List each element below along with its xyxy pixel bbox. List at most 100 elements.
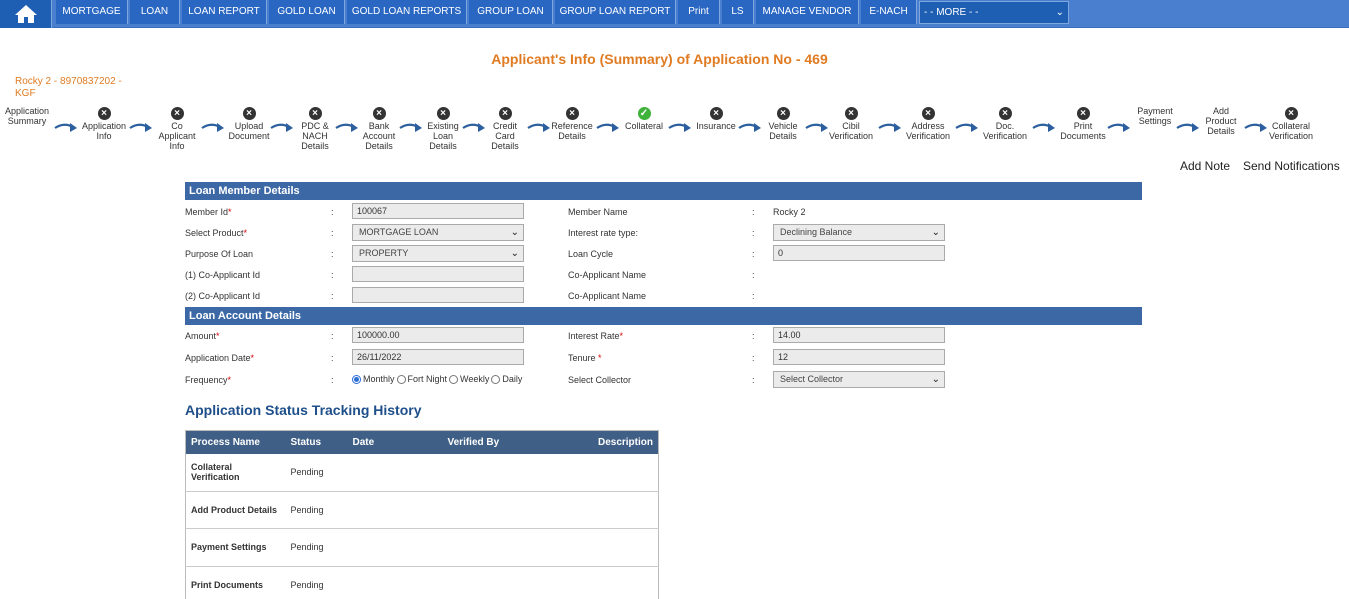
nav-manage-vendor[interactable]: MANAGE VENDOR	[756, 0, 859, 24]
frequency-weekly-radio[interactable]	[449, 374, 459, 384]
process-name-cell: Print Documents	[185, 566, 286, 599]
chevron-down-icon: ⌄	[1055, 7, 1064, 18]
step-arrow-icon	[1032, 123, 1055, 132]
step-doc-verification[interactable]: × Doc. Verification	[980, 107, 1030, 142]
nav-gold-loan-reports[interactable]: GOLD LOAN REPORTS	[347, 0, 467, 24]
process-name-cell: Payment Settings	[185, 528, 286, 567]
co-applicant-2-field[interactable]	[352, 287, 524, 303]
step-pdc-nach-details[interactable]: × PDC & NACH Details	[295, 107, 335, 151]
chevron-down-icon: ⌄	[510, 227, 519, 238]
purpose-of-loan-label: Purpose Of Loan	[185, 249, 254, 259]
step-arrow-icon	[737, 123, 761, 132]
x-circle-icon: ×	[1076, 107, 1090, 120]
nav-ls[interactable]: LS	[722, 0, 754, 24]
nav-e-nach[interactable]: E-NACH	[861, 0, 917, 24]
co-applicant-1-label: (1) Co-Applicant Id	[185, 270, 261, 280]
step-collateral-verification[interactable]: × Collateral Verification	[1266, 107, 1316, 142]
frequency-label: Frequency*	[185, 375, 232, 385]
frequency-monthly-radio[interactable]	[352, 374, 361, 384]
interest-rate-type-select[interactable]: Declining Balance ⌄	[773, 224, 945, 241]
co-applicant-2-label: (2) Co-Applicant Id	[185, 291, 261, 301]
add-note-link[interactable]: Add Note	[1180, 159, 1230, 173]
frequency-fortnight-label: Fort Night	[407, 374, 448, 384]
description-cell	[537, 566, 659, 599]
frequency-monthly-label: Monthly	[363, 374, 395, 384]
product-select[interactable]: MORTGAGE LOAN ⌄	[352, 224, 524, 241]
send-notifications-link[interactable]: Send Notifications	[1243, 159, 1340, 173]
co-applicant-1-name-label: Co-Applicant Name	[568, 270, 647, 280]
step-vehicle-details[interactable]: × Vehicle Details	[761, 107, 805, 142]
table-header-row: Process Name Status Date Verified By Des…	[185, 430, 659, 454]
step-existing-loan-details[interactable]: × Existing Loan Details	[421, 107, 465, 151]
x-circle-icon: ×	[372, 107, 386, 120]
table-row: Print Documents Pending	[185, 566, 659, 599]
step-arrow-icon	[1107, 123, 1130, 132]
step-collateral[interactable]: ✓ Collateral	[619, 107, 669, 132]
step-arrow-icon	[462, 123, 485, 132]
loan-cycle-field[interactable]: 0	[773, 245, 945, 261]
step-arrow-icon	[399, 123, 422, 132]
step-application-summary[interactable]: Application Summary	[2, 106, 52, 127]
home-button[interactable]	[0, 0, 52, 28]
member-name-value: Rocky 2	[773, 207, 806, 217]
step-label: Cibil Verification	[828, 121, 874, 141]
x-circle-icon: ×	[709, 107, 723, 120]
collector-select[interactable]: Select Collector ⌄	[773, 371, 945, 388]
step-add-product-details[interactable]: Add Product Details	[1201, 106, 1241, 136]
frequency-daily-radio[interactable]	[491, 374, 501, 384]
status-history-title: Application Status Tracking History	[185, 402, 422, 418]
more-dropdown[interactable]: - - MORE - - ⌄	[919, 1, 1069, 24]
status-cell: Pending	[285, 491, 348, 529]
step-print-documents[interactable]: × Print Documents	[1058, 107, 1108, 142]
nav-gold-loan[interactable]: GOLD LOAN	[269, 0, 345, 24]
co-applicant-1-field[interactable]	[352, 266, 524, 282]
step-label: Collateral	[624, 121, 664, 131]
step-reference-details[interactable]: × Reference Details	[547, 107, 597, 142]
nav-loan[interactable]: LOAN	[130, 0, 180, 24]
interest-rate-field[interactable]: 14.00	[773, 327, 945, 343]
frequency-weekly-label: Weekly	[460, 374, 490, 384]
col-date: Date	[347, 430, 443, 454]
nav-group-loan[interactable]: GROUP LOAN	[469, 0, 553, 24]
x-circle-icon: ×	[998, 107, 1012, 120]
step-credit-card-details[interactable]: × Credit Card Details	[485, 107, 525, 151]
step-arrow-icon	[335, 123, 358, 132]
step-address-verification[interactable]: × Address Verification	[903, 107, 953, 142]
tenure-field[interactable]: 12	[773, 349, 945, 365]
application-date-field[interactable]: 26/11/2022	[352, 349, 524, 365]
table-row: Add Product Details Pending	[185, 491, 659, 529]
nav-group-loan-report[interactable]: GROUP LOAN REPORT	[555, 0, 676, 24]
x-circle-icon: ×	[97, 107, 111, 120]
amount-field[interactable]: 100000.00	[352, 327, 524, 343]
col-description: Description	[537, 430, 659, 454]
step-bank-account-details[interactable]: × Bank Account Details	[357, 107, 401, 151]
application-date-label: Application Date*	[185, 353, 255, 363]
frequency-daily-label: Daily	[502, 374, 523, 384]
frequency-fortnight-radio[interactable]	[396, 374, 406, 384]
member-id-field[interactable]: 100067	[352, 203, 524, 219]
status-cell: Pending	[285, 453, 348, 492]
step-application-info[interactable]: × Application Info	[79, 107, 129, 142]
chevron-down-icon: ⌄	[510, 248, 519, 259]
step-payment-settings[interactable]: Payment Settings	[1130, 106, 1180, 127]
description-cell	[537, 453, 659, 492]
purpose-select[interactable]: PROPERTY ⌄	[352, 245, 524, 262]
step-label: Credit Card Details	[491, 121, 519, 151]
step-label: Address Verification	[905, 121, 951, 141]
nav-print[interactable]: Print	[678, 0, 720, 24]
top-nav-bar: MORTGAGE LOAN LOAN REPORT GOLD LOAN GOLD…	[0, 0, 1349, 28]
member-name-label: Member Name	[568, 207, 628, 217]
step-co-applicant-info[interactable]: × Co Applicant Info	[157, 107, 197, 151]
step-arrow-icon	[128, 123, 152, 132]
nav-mortgage[interactable]: MORTGAGE	[56, 0, 128, 24]
chevron-down-icon: ⌄	[931, 227, 940, 238]
step-insurance[interactable]: × Insurance	[691, 107, 741, 132]
nav-loan-report[interactable]: LOAN REPORT	[182, 0, 267, 24]
step-cibil-verification[interactable]: × Cibil Verification	[827, 107, 875, 142]
step-arrow-icon	[53, 123, 77, 132]
step-upload-document[interactable]: × Upload Document	[224, 107, 274, 142]
date-cell	[347, 453, 443, 492]
x-circle-icon: ×	[436, 107, 450, 120]
amount-label: Amount*	[185, 331, 220, 341]
select-product-label: Select Product*	[185, 228, 248, 238]
